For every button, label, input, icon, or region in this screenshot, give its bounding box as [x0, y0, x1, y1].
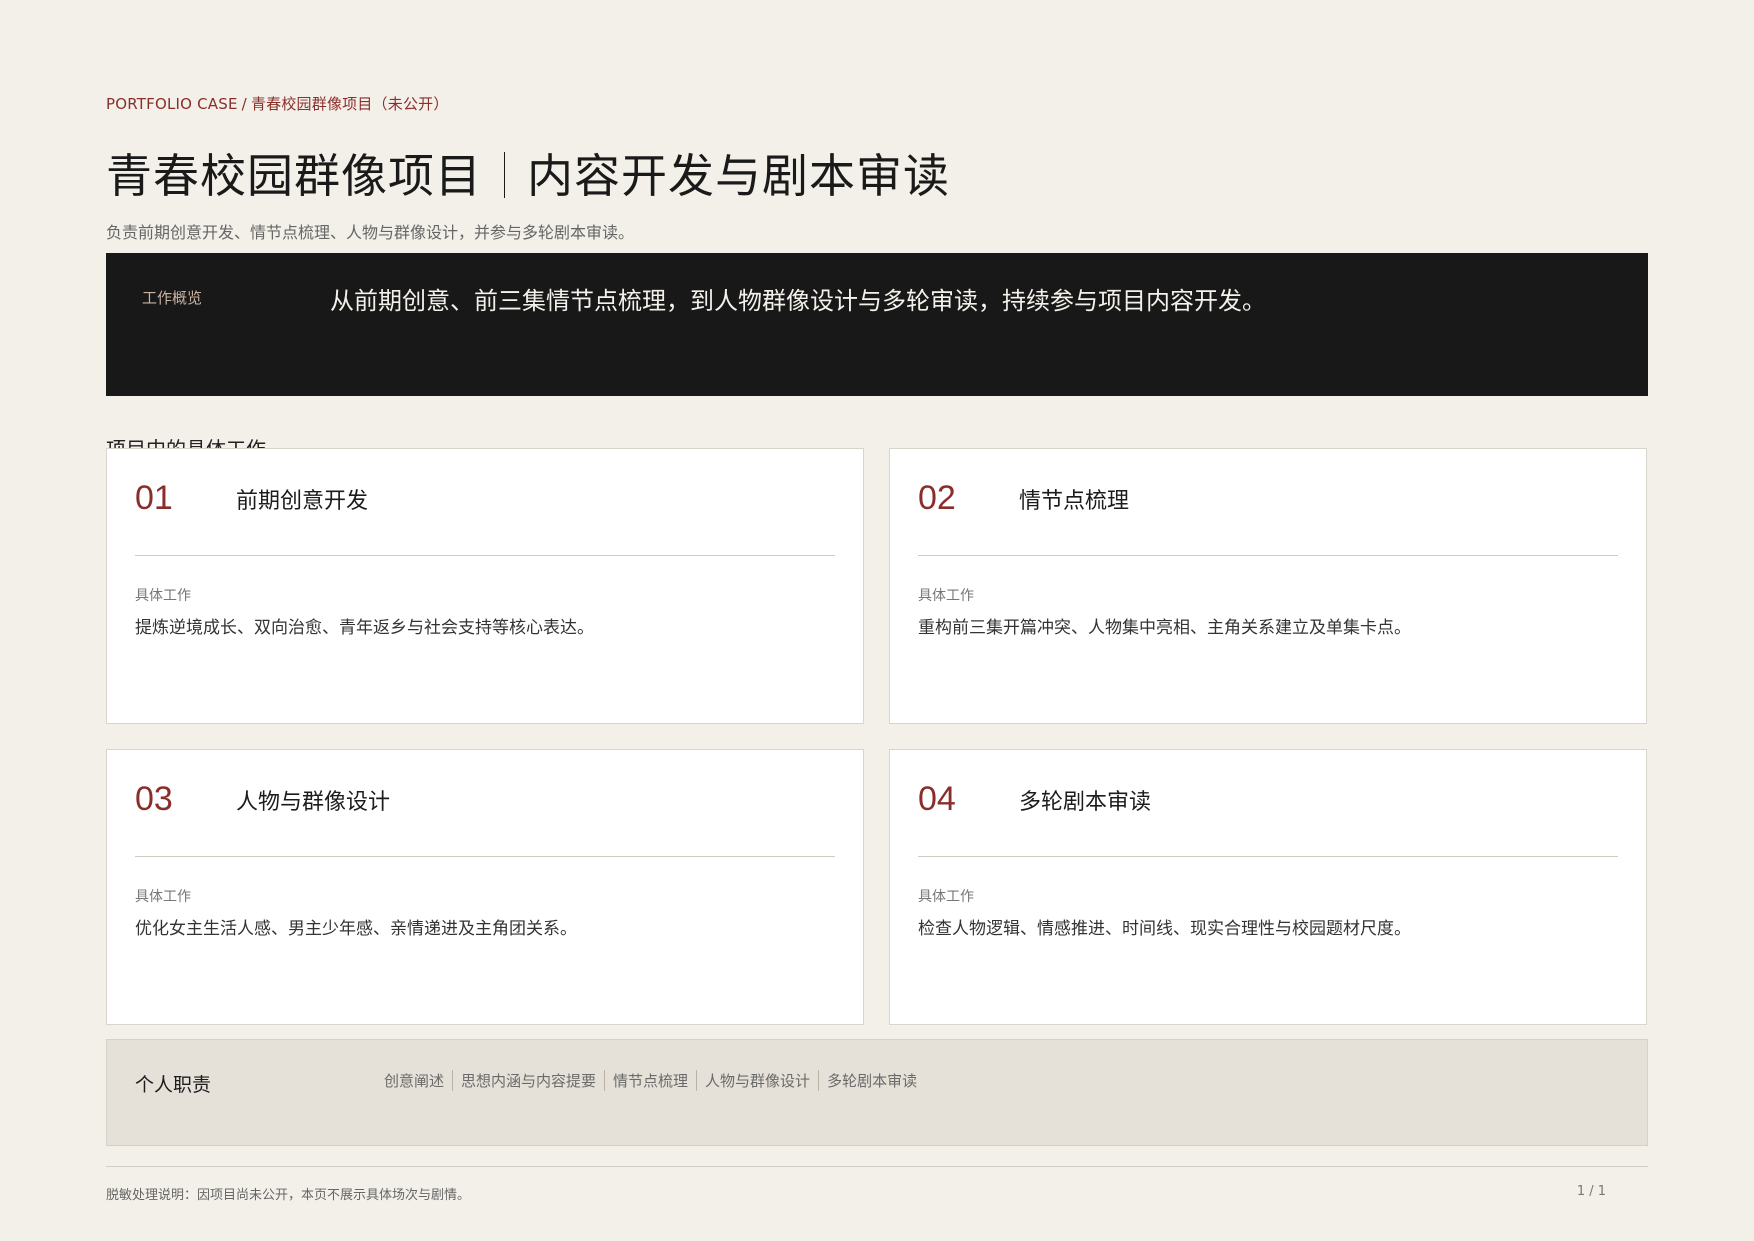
card-text: 检查人物逻辑、情感推进、时间线、现实合理性与校园题材尺度。 [918, 919, 1411, 939]
page-subtitle: 负责前期创意开发、情节点梳理、人物与群像设计，并参与多轮剧本审读。 [106, 223, 635, 242]
card-text: 提炼逆境成长、双向治愈、青年返乡与社会支持等核心表达。 [135, 618, 594, 638]
card-text: 重构前三集开篇冲突、人物集中亮相、主角关系建立及单集卡点。 [918, 618, 1411, 638]
card-number: 04 [918, 780, 956, 818]
card-label: 具体工作 [135, 588, 191, 604]
duties-panel: 个人职责 创意阐述 思想内涵与内容提要 情节点梳理 人物与群像设计 多轮剧本审读 [106, 1039, 1648, 1146]
work-card-4: 04 多轮剧本审读 具体工作 检查人物逻辑、情感推进、时间线、现实合理性与校园题… [889, 749, 1647, 1025]
page-number: 1 / 1 [1576, 1184, 1606, 1199]
card-number: 01 [135, 479, 173, 517]
work-card-1: 01 前期创意开发 具体工作 提炼逆境成长、双向治愈、青年返乡与社会支持等核心表… [106, 448, 864, 724]
card-divider [918, 555, 1618, 556]
page-title-main: 青春校园群像项目 [106, 149, 482, 203]
card-title: 情节点梳理 [1019, 489, 1130, 514]
card-number: 02 [918, 479, 956, 517]
title-divider [504, 152, 505, 198]
breadcrumb: PORTFOLIO CASE / 青春校园群像项目（未公开） [106, 93, 449, 114]
card-label: 具体工作 [918, 588, 974, 604]
overview-label: 工作概览 [142, 289, 203, 307]
card-title: 多轮剧本审读 [1019, 790, 1152, 815]
overview-text: 从前期创意、前三集情节点梳理，到人物群像设计与多轮审读，持续参与项目内容开发。 [330, 287, 1266, 315]
footer-divider [106, 1166, 1648, 1167]
overview-banner: 工作概览 从前期创意、前三集情节点梳理，到人物群像设计与多轮审读，持续参与项目内… [106, 253, 1648, 396]
footnote: 脱敏处理说明：因项目尚未公开，本页不展示具体场次与剧情。 [106, 1188, 471, 1203]
duties-label: 个人职责 [135, 1074, 212, 1096]
breadcrumb-current: 青春校园群像项目（未公开） [250, 95, 449, 113]
card-text: 优化女主生活人感、男主少年感、亲情递进及主角团关系。 [135, 919, 577, 939]
card-label: 具体工作 [135, 889, 191, 905]
card-title: 人物与群像设计 [236, 790, 391, 815]
duty-tag: 人物与群像设计 [696, 1070, 810, 1091]
breadcrumb-separator: / [241, 95, 247, 113]
card-label: 具体工作 [918, 889, 974, 905]
portfolio-page: PORTFOLIO CASE / 青春校园群像项目（未公开） 青春校园群像项目 内容开… [106, 0, 1648, 1241]
breadcrumb-prefix: PORTFOLIO CASE [106, 95, 238, 113]
card-divider [135, 555, 835, 556]
card-title: 前期创意开发 [236, 489, 369, 514]
page-title: 青春校园群像项目 内容开发与剧本审读 [106, 140, 950, 206]
duty-tag: 情节点梳理 [604, 1070, 688, 1091]
work-card-2: 02 情节点梳理 具体工作 重构前三集开篇冲突、人物集中亮相、主角关系建立及单集… [889, 448, 1647, 724]
card-number: 03 [135, 780, 173, 818]
duty-tag: 思想内涵与内容提要 [452, 1070, 596, 1091]
duty-tag: 多轮剧本审读 [818, 1070, 917, 1091]
duties-tag-list: 创意阐述 思想内涵与内容提要 情节点梳理 人物与群像设计 多轮剧本审读 [384, 1070, 917, 1091]
duty-tag: 创意阐述 [384, 1072, 445, 1090]
work-card-3: 03 人物与群像设计 具体工作 优化女主生活人感、男主少年感、亲情递进及主角团关… [106, 749, 864, 1025]
card-divider [135, 856, 835, 857]
card-divider [918, 856, 1618, 857]
page-title-sub: 内容开发与剧本审读 [527, 149, 950, 203]
